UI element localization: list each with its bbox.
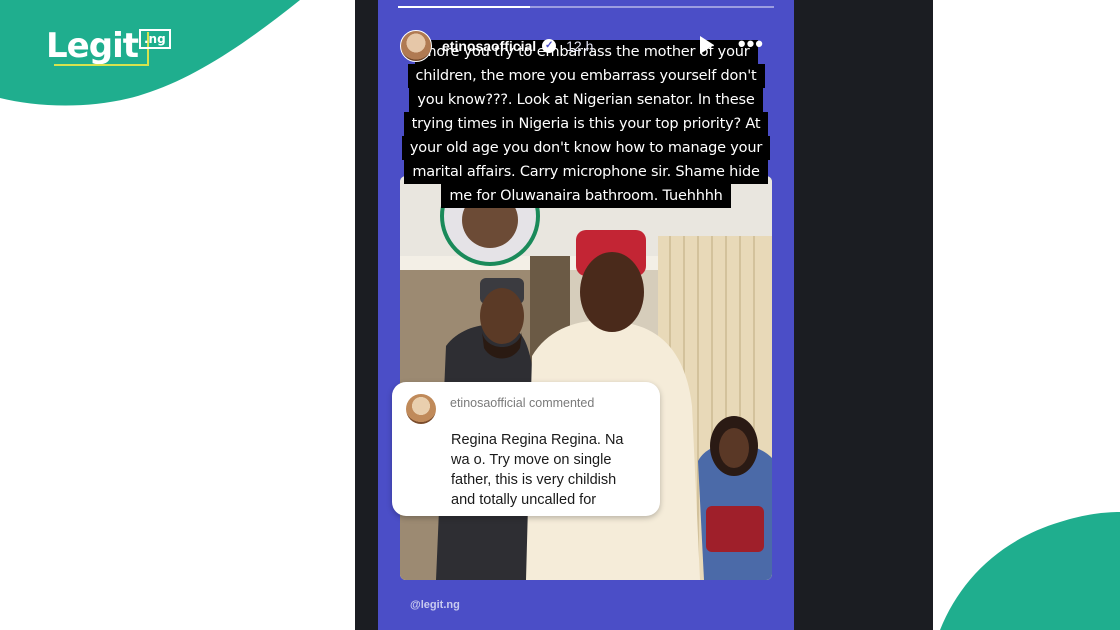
comment-card: etinosaofficial commented Regina Regina …	[392, 382, 660, 516]
bottom-right-decorative-blob	[940, 512, 1120, 630]
legit-logo[interactable]: Legit .ng	[46, 26, 171, 66]
comment-text-line: wa o. Try move on single	[451, 452, 612, 468]
verified-badge-icon: ✓	[542, 39, 557, 53]
overlay-text-line: children, the more you embarrass yoursel…	[407, 64, 765, 88]
comment-header: etinosaofficial commented	[406, 394, 646, 424]
story-username[interactable]: etinosaofficial	[442, 38, 536, 54]
comment-text-line: and totally uncalled for	[451, 492, 597, 508]
overlay-text-line: marital affairs. Carry microphone sir. S…	[404, 160, 768, 184]
instagram-story[interactable]: more you try to embarrass the mother of …	[378, 0, 794, 630]
overlay-text-line: you know???. Look at Nigerian senator. I…	[409, 88, 763, 112]
page: Legit .ng more you try to embarrass the …	[0, 0, 1120, 630]
comment-text-line: Regina Regina Regina. Na	[451, 432, 624, 448]
comment-author-label: etinosaofficial commented	[450, 396, 595, 410]
overlay-text-line: your old age you don't know how to manag…	[401, 136, 771, 160]
logo-outline	[54, 32, 149, 66]
story-text-overlay: more you try to embarrass the mother of …	[378, 40, 794, 208]
logo-suffix: .ng	[138, 29, 171, 49]
story-photo	[400, 176, 772, 580]
story-progress-bar	[398, 6, 774, 8]
story-header: etinosaofficial ✓ 12 h •••	[400, 28, 772, 64]
more-icon[interactable]: •••	[738, 33, 764, 55]
play-icon[interactable]	[700, 36, 714, 54]
profile-avatar[interactable]	[400, 30, 432, 62]
comment-avatar	[406, 394, 436, 424]
watermark: @legit.ng	[410, 599, 460, 611]
comment-text-line: father, this is very childish	[451, 472, 617, 488]
overlay-text-line: me for Oluwanaira bathroom. Tuehhhh	[441, 184, 731, 208]
overlay-text-line: trying times in Nigeria is this your top…	[403, 112, 769, 136]
story-timestamp: 12 h	[566, 38, 594, 54]
story-progress-fill	[398, 6, 530, 8]
comment-text: Regina Regina Regina. Na wa o. Try move o…	[406, 430, 646, 510]
